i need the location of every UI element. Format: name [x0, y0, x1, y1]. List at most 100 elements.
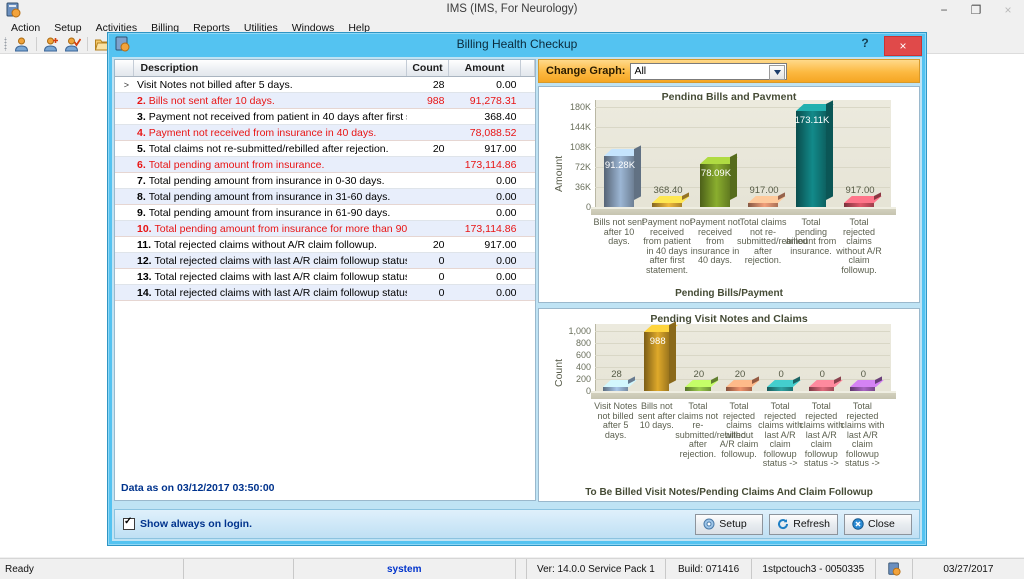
- status-bar: Ready system Ver: 14.0.0 Service Pack 1 …: [0, 558, 1024, 579]
- row-pad: [520, 140, 535, 157]
- y-axis-tick: 800: [575, 338, 591, 348]
- status-blank-1: [184, 559, 294, 579]
- row-marker: [115, 172, 133, 189]
- bar-side: [633, 145, 641, 200]
- table-row[interactable]: 6. Total pending amount from insurance. 1…: [115, 156, 535, 173]
- bar-value-label: 368.40: [653, 185, 683, 196]
- x-axis-tick-label: Visit Notes not billed after 5 days.: [594, 401, 637, 440]
- bar-value-label: 20: [693, 369, 705, 380]
- status-tray-icon[interactable]: [876, 559, 913, 579]
- checkbox-checked-icon[interactable]: [123, 516, 135, 530]
- close-dialog-button[interactable]: Close: [844, 513, 912, 535]
- chart-bar[interactable]: [652, 192, 690, 207]
- table-row[interactable]: > Visit Notes not billed after 5 days. 28 0…: [115, 76, 535, 93]
- row-description: 12. Total rejected claims with last A/R …: [133, 252, 407, 269]
- chart-bar[interactable]: [849, 376, 883, 391]
- row-amount: 78,088.52: [448, 124, 521, 141]
- table-row[interactable]: 13. Total rejected claims with last A/R …: [115, 268, 535, 285]
- table-row[interactable]: 12. Total rejected claims with last A/R …: [115, 252, 535, 269]
- chart-bar[interactable]: [602, 376, 637, 391]
- setup-button[interactable]: Setup: [695, 513, 764, 535]
- refresh-button[interactable]: Refresh: [769, 513, 838, 535]
- x-axis-tick-label: Total rejected claims without A/R claim …: [719, 401, 759, 459]
- bar-value-label: 173.11K: [794, 114, 830, 126]
- bar-value-label: 988: [649, 335, 666, 347]
- y-axis-tick: 0: [585, 202, 591, 212]
- dialog-body: Description Count Amount > Visit Notes no…: [112, 57, 922, 541]
- billing-health-checkup-dialog: Billing Health Checkup ? × Description C…: [107, 32, 927, 546]
- show-always-on-login-checkbox[interactable]: Show always on login.: [123, 516, 253, 530]
- help-button[interactable]: ?: [856, 36, 874, 53]
- row-description: 13. Total rejected claims with last A/R …: [133, 268, 407, 285]
- table-row[interactable]: 2. Bills not sent after 10 days. 988 91,27…: [115, 92, 535, 109]
- status-version: Ver: 14.0.0 Service Pack 1: [527, 559, 667, 579]
- row-pad: [520, 156, 535, 173]
- x-axis-tick-label: Payment not received from patient in 40 …: [641, 217, 693, 275]
- patient-check-icon[interactable]: [64, 36, 81, 52]
- table-row[interactable]: 9. Total pending amount from insurance i…: [115, 204, 535, 221]
- table-row[interactable]: 14. Total rejected claims with last A/R …: [115, 284, 535, 301]
- chart-bar[interactable]: [748, 192, 786, 207]
- toolbar-grip[interactable]: [3, 37, 9, 51]
- change-graph-select[interactable]: All: [630, 62, 788, 80]
- close-button[interactable]: ×: [992, 0, 1024, 20]
- table-row[interactable]: 8. Total pending amount from insurance i…: [115, 188, 535, 205]
- bar-front: [767, 387, 793, 391]
- column-header-pad[interactable]: [520, 60, 535, 77]
- column-header-gutter[interactable]: [115, 60, 134, 77]
- y-axis-tick: 600: [575, 350, 591, 360]
- y-axis-tick: 400: [575, 362, 591, 372]
- chart-bar[interactable]: [844, 192, 882, 207]
- bar-front: [808, 387, 835, 391]
- row-amount: 0.00: [448, 268, 521, 285]
- patient-icon[interactable]: [13, 36, 30, 52]
- row-pad: [520, 252, 535, 269]
- data-as-on-label: Data as on 03/12/2017 03:50:00: [121, 482, 275, 494]
- table-row[interactable]: 4. Payment not received from insurance i…: [115, 124, 535, 141]
- table-row[interactable]: 5. Total claims not re-submitted/rebille…: [115, 140, 535, 157]
- charts-column: Change Graph: All Pending Bills and Paym…: [538, 59, 920, 502]
- chart-bar[interactable]: [767, 376, 801, 391]
- x-axis-tick-label: Bills not sent after 10 days.: [593, 217, 645, 246]
- column-header-description[interactable]: Description: [133, 60, 407, 77]
- row-amount: 0.00: [448, 76, 521, 93]
- row-amount: 173,114.86: [448, 156, 521, 173]
- chart2-footer: To Be Billed Visit Notes/Pending Claims …: [585, 487, 873, 498]
- patient-add-icon[interactable]: [43, 36, 60, 52]
- table-row[interactable]: 7. Total pending amount from insurance i…: [115, 172, 535, 189]
- chevron-down-icon[interactable]: [769, 64, 786, 80]
- table-header-row: Description Count Amount: [115, 60, 535, 77]
- toolbar-separator: [36, 37, 37, 51]
- chart-bar[interactable]: [726, 376, 760, 391]
- status-ready: Ready: [0, 559, 185, 579]
- grid-line: [595, 355, 890, 356]
- show-always-label: Show always on login.: [140, 518, 253, 530]
- row-marker: [115, 188, 133, 205]
- column-header-count[interactable]: Count: [406, 60, 449, 77]
- grid-line: [595, 127, 890, 128]
- table-row[interactable]: 10. Total pending amount from insurance …: [115, 220, 535, 237]
- chart-bar[interactable]: [808, 376, 842, 391]
- table-row[interactable]: 3. Payment not received from patient in …: [115, 108, 535, 125]
- menu-action[interactable]: Action: [4, 20, 47, 35]
- refresh-icon: [778, 519, 789, 530]
- maximize-button[interactable]: ❐: [960, 0, 992, 20]
- chart-bar[interactable]: [685, 376, 719, 391]
- row-pad: [520, 220, 535, 237]
- status-build: Build: 071416: [666, 559, 753, 579]
- dialog-close-button[interactable]: ×: [884, 36, 922, 56]
- table-row[interactable]: 11. Total rejected claims without A/R cl…: [115, 236, 535, 253]
- main-title-bar: IMS (IMS, For Neurology) − ❐ ×: [0, 0, 1024, 21]
- menu-setup[interactable]: Setup: [47, 20, 88, 35]
- x-axis-tick-label: Total claims not re-submitted/rebilled a…: [675, 401, 746, 459]
- minimize-button[interactable]: −: [928, 0, 960, 20]
- bar-value-label: 917.00: [749, 185, 779, 196]
- window-controls: − ❐ ×: [928, 0, 1024, 20]
- row-pad: [520, 204, 535, 221]
- row-count: [406, 108, 449, 125]
- chart2-title: Pending Visit Notes and Claims: [650, 313, 808, 325]
- row-marker: [115, 108, 133, 125]
- column-header-amount[interactable]: Amount: [448, 60, 521, 77]
- row-amount: 368.40: [448, 108, 521, 125]
- dialog-footer-bar: Show always on login. Setup Refresh: [114, 509, 920, 539]
